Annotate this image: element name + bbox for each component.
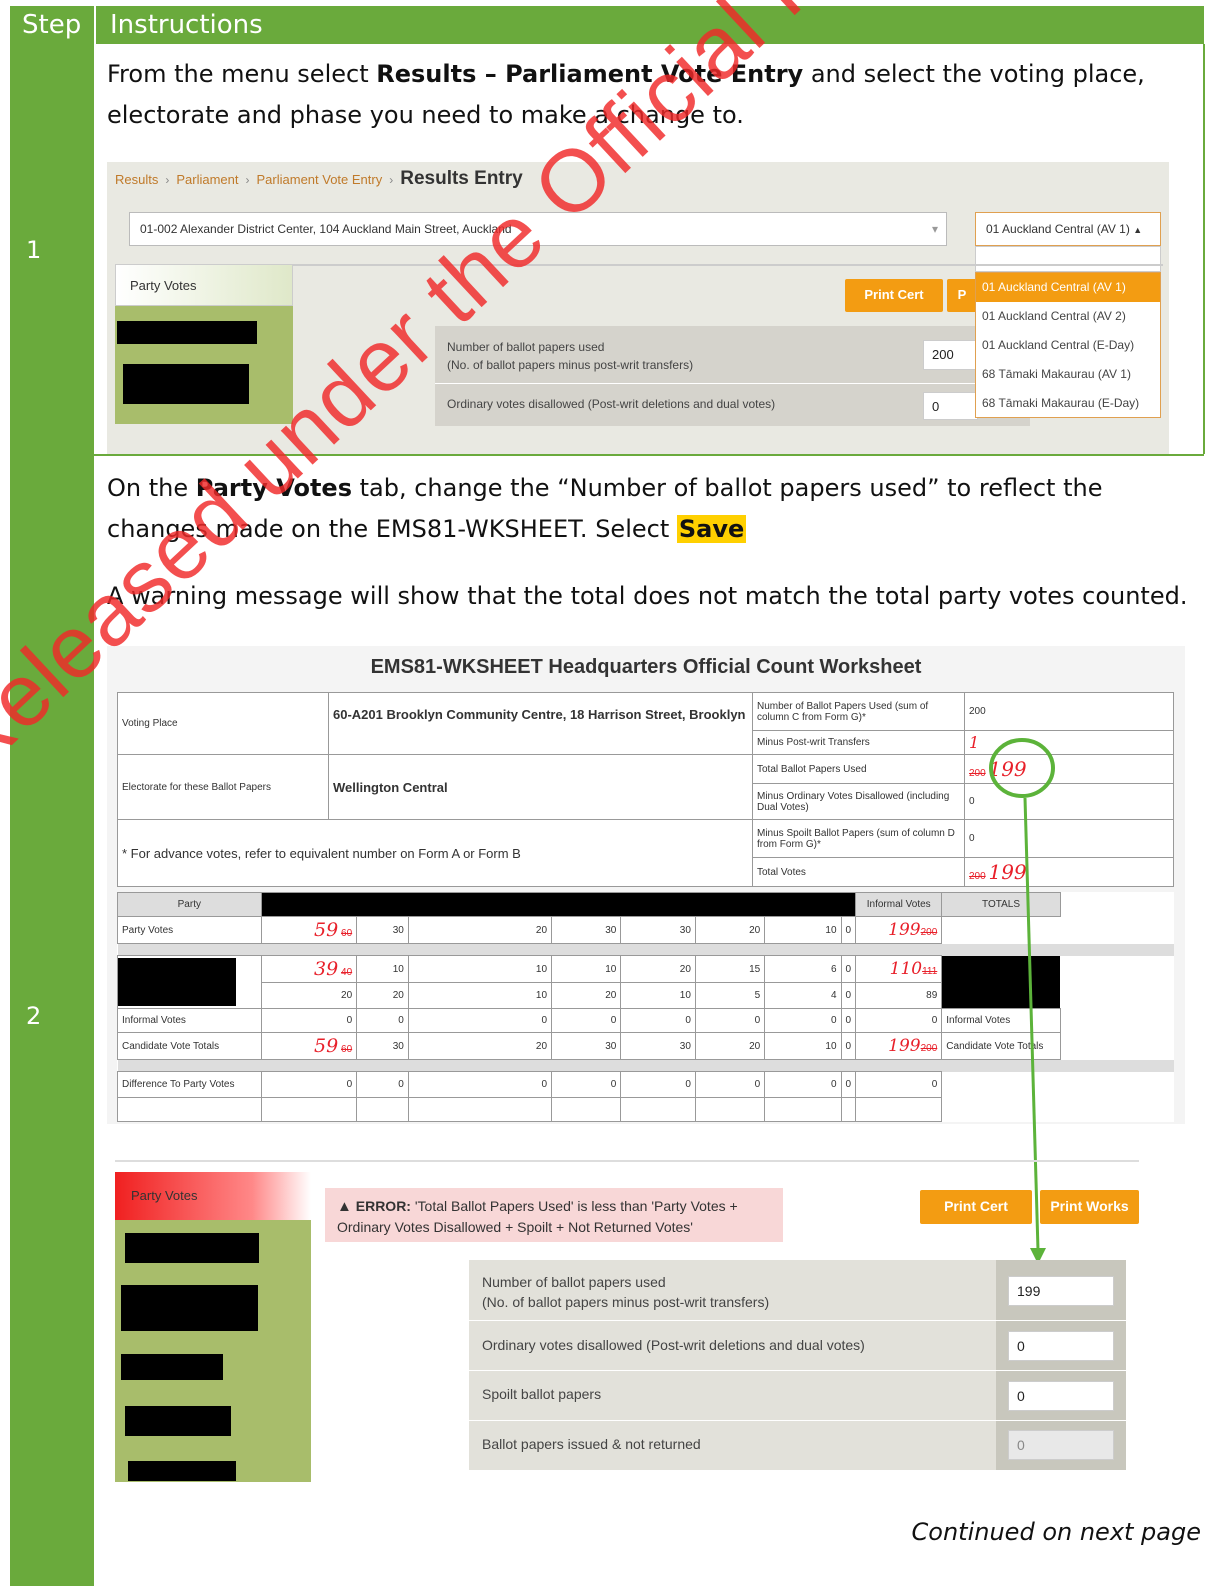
spoilt-label: Spoilt ballot papers xyxy=(482,1386,602,1402)
ballot-papers-input[interactable]: 199 xyxy=(1008,1276,1114,1306)
warning-icon: ▲ xyxy=(337,1198,352,1215)
error-message: ▲ ERROR: 'Total Ballot Papers Used' is l… xyxy=(325,1188,783,1242)
annotation-arrow xyxy=(1023,797,1040,1251)
spoilt-input[interactable]: 0 xyxy=(1008,1381,1114,1411)
continued-note: Continued on next page xyxy=(911,1518,1201,1546)
disallowed-input[interactable]: 0 xyxy=(1008,1331,1114,1361)
redacted-block xyxy=(125,1406,231,1436)
not-returned-input: 0 xyxy=(1008,1430,1114,1460)
disallowed-label: Ordinary votes disallowed (Post-writ del… xyxy=(482,1337,865,1353)
not-returned-label: Ballot papers issued & not returned xyxy=(482,1436,701,1452)
panel-divider xyxy=(469,1420,1126,1421)
print-cert-button[interactable]: Print Cert xyxy=(920,1190,1032,1224)
redacted-block xyxy=(128,1461,236,1481)
panel-divider xyxy=(469,1320,1126,1321)
redacted-block xyxy=(125,1233,259,1263)
ballot-papers-label: Number of ballot papers used (No. of ball… xyxy=(482,1274,770,1310)
panel-divider xyxy=(469,1370,1126,1371)
redacted-block xyxy=(121,1285,258,1331)
annotation-circle-worksheet xyxy=(989,738,1055,798)
print-worksheet-button[interactable]: Print Works xyxy=(1040,1190,1139,1224)
tab-party-votes-error[interactable]: Party Votes xyxy=(115,1172,311,1220)
tab-underline xyxy=(115,1160,1139,1162)
redacted-block xyxy=(121,1354,223,1380)
